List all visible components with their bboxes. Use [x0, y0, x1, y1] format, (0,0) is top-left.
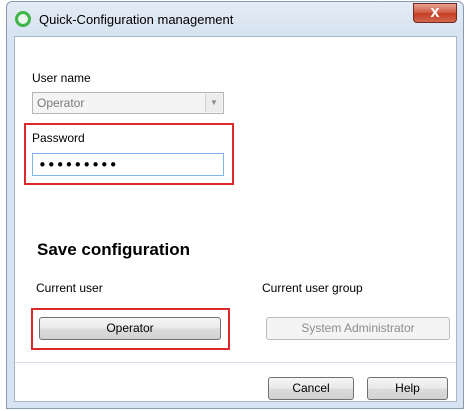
- password-mask: •••••••••: [38, 156, 118, 174]
- close-icon: X: [430, 6, 440, 20]
- current-user-group-label: Current user group: [262, 281, 363, 295]
- help-button[interactable]: Help: [367, 377, 448, 400]
- window-title: Quick-Configuration management: [39, 12, 234, 27]
- footer-separator: [15, 362, 456, 363]
- password-label: Password: [32, 131, 85, 145]
- current-user-label: Current user: [36, 281, 103, 295]
- username-label: User name: [32, 71, 91, 85]
- current-user-button[interactable]: Operator: [39, 317, 221, 340]
- username-value: Operator: [37, 96, 85, 110]
- dialog-content: User name Operator ▼ Password ••••••••• …: [14, 36, 457, 402]
- current-user-group-button: System Administrator: [266, 317, 450, 340]
- chevron-down-icon[interactable]: ▼: [205, 94, 222, 112]
- cancel-button[interactable]: Cancel: [268, 377, 354, 400]
- save-configuration-title: Save configuration: [37, 240, 191, 259]
- dialog-window: Quick-Configuration management X User na…: [6, 1, 464, 409]
- close-button[interactable]: X: [413, 3, 457, 23]
- title-bar[interactable]: Quick-Configuration management X: [7, 2, 463, 36]
- green-ring-icon: [15, 11, 31, 27]
- password-input[interactable]: •••••••••: [32, 153, 224, 176]
- username-dropdown[interactable]: Operator ▼: [32, 92, 224, 114]
